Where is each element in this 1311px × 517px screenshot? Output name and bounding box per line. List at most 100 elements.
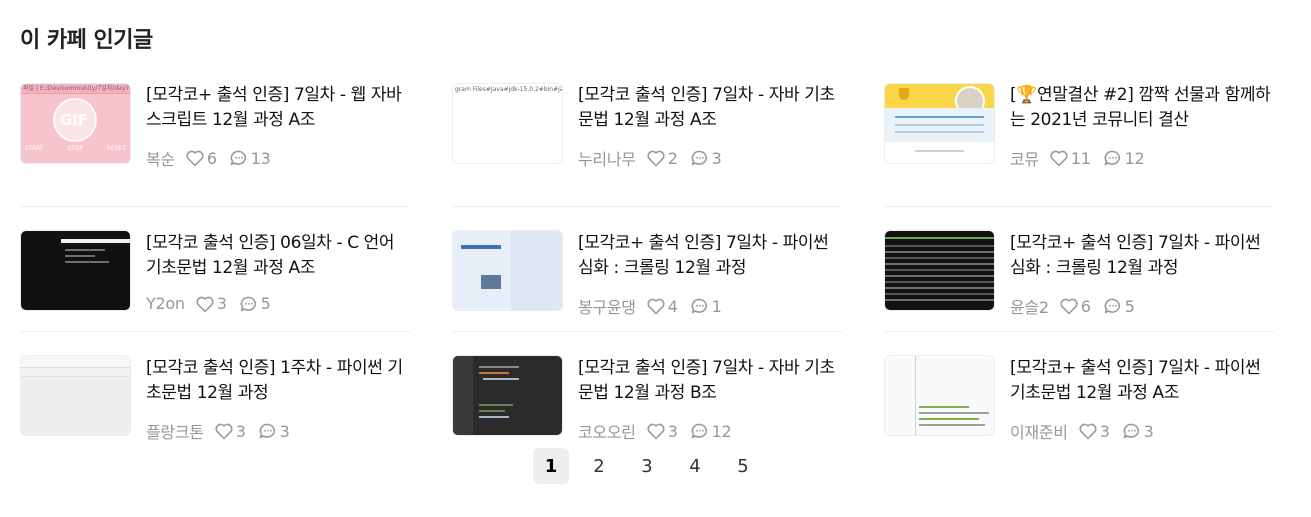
like-count: 6 xyxy=(206,148,217,168)
post-meta: 코뮤 11 12 xyxy=(1010,146,1156,170)
thumbnail-gutter xyxy=(915,356,916,435)
popular-posts-grid: 파일 | E:/Dev/community/7일차/day7.html GIF … xyxy=(20,82,1274,457)
speech-bubble-icon xyxy=(258,422,278,440)
post-author: 누리나무 xyxy=(578,150,636,169)
post-title[interactable]: [모각코+ 출석 인증] 7일차 - 파이썬 심화 : 크롤링 12월 과정 xyxy=(1010,231,1274,281)
page-button-2[interactable]: 2 xyxy=(581,448,617,484)
thumbnail-text-line xyxy=(65,255,95,257)
post-meta: 봉구윤댕 4 1 xyxy=(578,294,733,318)
post-title[interactable]: [모각코 출석 인증] 7일차 - 자바 기초문법 12월 과정 A조 xyxy=(578,83,842,133)
like-count: 6 xyxy=(1080,296,1091,316)
thumbnail-window-bar xyxy=(21,356,130,368)
post-author: Y2on xyxy=(146,294,185,313)
thumbnail-text-line xyxy=(915,150,964,152)
post-title[interactable]: [모각코+ 출석 인증] 7일차 - 파이썬 기초문법 12월 과정 A조 xyxy=(1010,356,1274,406)
post-card[interactable]: [모각코+ 출석 인증] 7일차 - 파이썬 기초문법 12월 과정 A조 이재… xyxy=(884,332,1274,457)
post-meta: 플랑크톤 3 3 xyxy=(146,419,301,443)
thumbnail-text-line xyxy=(885,299,994,301)
thumbnail-text-line xyxy=(895,131,984,133)
post-thumbnail[interactable] xyxy=(884,230,995,311)
thumbnail-stop-label: STOP xyxy=(67,145,84,152)
post-thumbnail[interactable]: gram Files#Java#jdk-15.0.2#bin#java xyxy=(452,83,563,164)
comment-count: 13 xyxy=(250,148,271,168)
post-thumbnail[interactable] xyxy=(452,230,563,311)
thumbnail-image-block xyxy=(481,275,501,289)
heart-outline-icon xyxy=(1059,297,1079,315)
post-thumbnail[interactable] xyxy=(884,83,995,164)
post-meta: 이재준비 3 3 xyxy=(1010,419,1165,443)
post-title[interactable]: [모각코+ 출석 인증] 7일차 - 파이썬 심화 : 크롤링 12월 과정 xyxy=(578,231,842,281)
post-title[interactable]: [🏆연말결산 #2] 깜짝 선물과 함께하는 2021년 코뮤니티 결산 xyxy=(1010,83,1274,133)
comment-count: 12 xyxy=(1124,148,1145,168)
thumbnail-text-line xyxy=(461,245,501,249)
thumbnail-toolbar xyxy=(21,368,130,377)
comment-count: 5 xyxy=(1124,296,1135,316)
post-card[interactable]: [모각코 출석 인증] 1주차 - 파이썬 기초문법 12월 과정 플랑크톤 3… xyxy=(20,332,410,457)
thumbnail-text-line xyxy=(919,418,979,420)
like-count: 2 xyxy=(667,148,678,168)
thumbnail-text-line xyxy=(65,249,105,251)
speech-bubble-icon xyxy=(229,149,249,167)
heart-outline-icon xyxy=(214,422,234,440)
thumbnail-address-bar: 파일 | E:/Dev/community/7일차/day7.html xyxy=(21,84,130,94)
thumbnail-text-line xyxy=(885,245,994,247)
thumbnail-panel xyxy=(511,231,562,310)
thumbnail-text-line xyxy=(65,261,109,263)
post-thumbnail[interactable] xyxy=(20,355,131,436)
post-author: 이재준비 xyxy=(1010,423,1068,442)
post-card[interactable]: [모각코+ 출석 인증] 7일차 - 파이썬 심화 : 크롤링 12월 과정 윤… xyxy=(884,207,1274,332)
post-title[interactable]: [모각코 출석 인증] 7일차 - 자바 기초문법 12월 과정 B조 xyxy=(578,356,842,406)
thumbnail-text-line xyxy=(885,269,994,271)
thumbnail-text-line xyxy=(479,416,509,418)
thumbnail-text-line xyxy=(895,124,984,126)
speech-bubble-icon xyxy=(1122,422,1142,440)
post-thumbnail[interactable] xyxy=(452,355,563,436)
thumbnail-text-line xyxy=(885,257,994,259)
thumbnail-text-line xyxy=(479,366,519,368)
post-title[interactable]: [모각코 출석 인증] 1주차 - 파이썬 기초문법 12월 과정 xyxy=(146,356,410,406)
thumbnail-text-line xyxy=(885,251,994,253)
post-card[interactable]: [모각코 출석 인증] 06일차 - C 언어 기초문법 12월 과정 A조 Y… xyxy=(20,207,410,332)
thumbnail-sidebar xyxy=(453,356,473,435)
like-count: 3 xyxy=(1099,421,1110,441)
like-count: 11 xyxy=(1070,148,1091,168)
post-meta: 코오오린 3 12 xyxy=(578,419,743,443)
page-button-5[interactable]: 5 xyxy=(725,448,761,484)
trophy-icon xyxy=(899,88,909,100)
speech-bubble-icon xyxy=(690,149,710,167)
post-thumbnail[interactable] xyxy=(20,230,131,311)
heart-outline-icon xyxy=(195,295,215,313)
speech-bubble-icon xyxy=(690,422,710,440)
thumbnail-buttons: START STOP RESET xyxy=(21,145,130,157)
post-thumbnail[interactable] xyxy=(884,355,995,436)
like-count: 3 xyxy=(667,421,678,441)
heart-outline-icon xyxy=(646,422,666,440)
page-button-4[interactable]: 4 xyxy=(677,448,713,484)
post-author: 코뮤 xyxy=(1010,150,1039,169)
post-title[interactable]: [모각코 출석 인증] 06일차 - C 언어 기초문법 12월 과정 A조 xyxy=(146,231,410,281)
post-title[interactable]: [모각코+ 출석 인증] 7일차 - 웹 자바스크립트 12월 과정 A조 xyxy=(146,83,410,133)
thumbnail-text-line xyxy=(479,372,509,374)
post-card[interactable]: [모각코 출석 인증] 7일차 - 자바 기초문법 12월 과정 B조 코오오린… xyxy=(452,332,842,457)
thumbnail-path-text: gram Files#Java#jdk-15.0.2#bin#java xyxy=(455,86,562,93)
thumbnail-text-line xyxy=(479,404,513,406)
comment-count: 3 xyxy=(711,148,722,168)
heart-outline-icon xyxy=(646,149,666,167)
thumbnail-start-label: START xyxy=(25,145,44,152)
post-card[interactable]: [🏆연말결산 #2] 깜짝 선물과 함께하는 2021년 코뮤니티 결산 코뮤 … xyxy=(884,82,1274,207)
post-card[interactable]: gram Files#Java#jdk-15.0.2#bin#java [모각코… xyxy=(452,82,842,207)
thumbnail-text-line xyxy=(895,116,984,118)
page-button-1[interactable]: 1 xyxy=(533,448,569,484)
comment-count: 12 xyxy=(711,421,732,441)
post-card[interactable]: 파일 | E:/Dev/community/7일차/day7.html GIF … xyxy=(20,82,410,207)
post-card[interactable]: [모각코+ 출석 인증] 7일차 - 파이썬 심화 : 크롤링 12월 과정 봉… xyxy=(452,207,842,332)
page-button-3[interactable]: 3 xyxy=(629,448,665,484)
comment-count: 1 xyxy=(711,296,722,316)
thumbnail-text-line xyxy=(885,275,994,277)
heart-outline-icon xyxy=(646,297,666,315)
speech-bubble-icon xyxy=(1103,149,1123,167)
pagination: 1 2 3 4 5 xyxy=(533,448,773,484)
comment-count: 3 xyxy=(279,421,290,441)
post-thumbnail[interactable]: 파일 | E:/Dev/community/7일차/day7.html GIF … xyxy=(20,83,131,164)
thumbnail-text-line xyxy=(885,237,994,239)
